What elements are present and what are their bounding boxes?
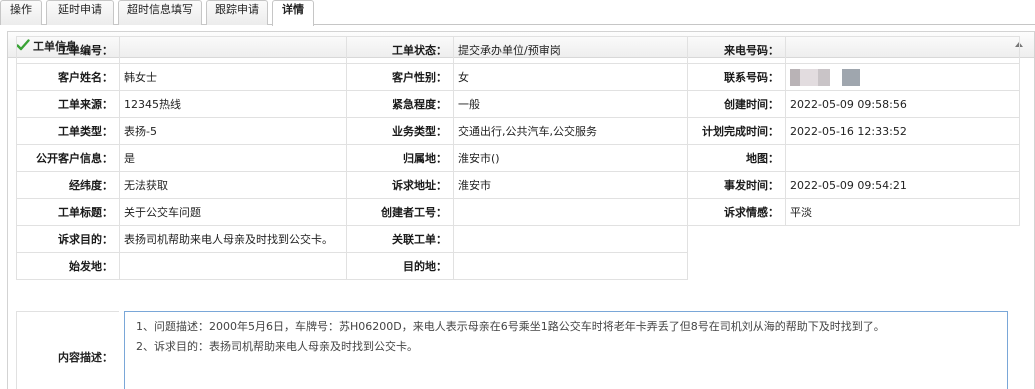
created-time-label: 创建时间： [687, 90, 786, 118]
table-row: 经纬度： 无法获取 诉求地址： 淮安市 事发时间： 2022-05-09 09:… [16, 171, 1020, 199]
table-row: 客户姓名： 韩女士 客户性别： 女 联系号码： [16, 63, 1020, 91]
related-order-value [453, 225, 688, 253]
creator-id-value [453, 198, 688, 226]
order-status-label: 工单状态： [346, 36, 454, 64]
destination-value [453, 252, 688, 280]
content-description-label: 内容描述： [16, 311, 119, 389]
tab-delay-request[interactable]: 延时申请 [46, 0, 114, 25]
content-line: 1、问题描述：2000年5月6日，车牌号：苏H06200D，来电人表示母亲在6号… [136, 320, 885, 333]
appeal-sentiment-label: 诉求情感： [687, 198, 786, 226]
related-order-label: 关联工单： [346, 225, 454, 253]
empty-cell [688, 226, 1020, 253]
map-label: 地图： [687, 144, 786, 172]
customer-name-value: 韩女士 [119, 63, 347, 91]
table-row: 始发地： 目的地： [16, 252, 1020, 280]
tab-bar: 操作 延时申请 超时信息填写 跟踪申请 详情 [0, 0, 1035, 26]
customer-gender-value: 女 [453, 63, 688, 91]
table-row: 工单编号： 工单状态： 提交承办单位/预审岗 来电号码： [16, 36, 1020, 64]
caller-number-value [785, 36, 1020, 64]
order-status-value: 提交承办单位/预审岗 [453, 36, 688, 64]
table-row: 工单类型： 表扬-5 业务类型： 交通出行,公共汽车,公交服务 计划完成时间： … [16, 117, 1020, 145]
appeal-address-value: 淮安市 [453, 171, 688, 199]
urgency-label: 紧急程度： [346, 90, 454, 118]
incident-time-label: 事发时间： [687, 171, 786, 199]
order-type-label: 工单类型： [16, 117, 120, 145]
coordinates-label: 经纬度： [16, 171, 120, 199]
content-description-field[interactable]: 1、问题描述：2000年5月6日，车牌号：苏H06200D，来电人表示母亲在6号… [124, 311, 1008, 389]
region-value: 淮安市() [453, 144, 688, 172]
table-row: 诉求目的： 表扬司机帮助来电人母亲及时找到公交卡。 关联工单： [16, 225, 1020, 253]
appeal-sentiment-value: 平淡 [785, 198, 1020, 226]
work-order-table: 工单编号： 工单状态： 提交承办单位/预审岗 来电号码： 客户姓名： 韩女士 客… [16, 36, 1020, 280]
contact-number-label: 联系号码： [687, 63, 786, 91]
public-customer-info-value: 是 [119, 144, 347, 172]
contact-number-value [785, 63, 1020, 91]
order-number-label: 工单编号： [16, 36, 120, 64]
urgency-value: 一般 [453, 90, 688, 118]
planned-completion-label: 计划完成时间： [687, 117, 786, 145]
business-type-label: 业务类型： [346, 117, 454, 145]
tab-tracking-request[interactable]: 跟踪申请 [206, 0, 268, 25]
tab-details[interactable]: 详情 [272, 0, 314, 26]
caller-number-label: 来电号码： [687, 36, 786, 64]
appeal-purpose-label: 诉求目的： [16, 225, 120, 253]
order-number-value [119, 36, 347, 64]
origin-value [119, 252, 347, 280]
order-title-value: 关于公交车问题 [119, 198, 347, 226]
customer-gender-label: 客户性别： [346, 63, 454, 91]
empty-cell [688, 253, 1020, 280]
redacted-phone [790, 68, 860, 86]
origin-label: 始发地： [16, 252, 120, 280]
customer-name-label: 客户姓名： [16, 63, 120, 91]
coordinates-value: 无法获取 [119, 171, 347, 199]
business-type-value: 交通出行,公共汽车,公交服务 [453, 117, 688, 145]
destination-label: 目的地： [346, 252, 454, 280]
table-row: 公开客户信息： 是 归属地： 淮安市() 地图： [16, 144, 1020, 172]
tab-timeout-info[interactable]: 超时信息填写 [118, 0, 202, 25]
order-source-label: 工单来源： [16, 90, 120, 118]
incident-time-value: 2022-05-09 09:54:21 [785, 171, 1020, 199]
creator-id-label: 创建者工号： [346, 198, 454, 226]
region-label: 归属地： [346, 144, 454, 172]
tab-operation[interactable]: 操作 [0, 0, 42, 25]
order-source-value: 12345热线 [119, 90, 347, 118]
content-line: 2、诉求目的：表扬司机帮助来电人母亲及时找到公交卡。 [136, 340, 418, 353]
order-type-value: 表扬-5 [119, 117, 347, 145]
created-time-value: 2022-05-09 09:58:56 [785, 90, 1020, 118]
appeal-address-label: 诉求地址： [346, 171, 454, 199]
public-customer-info-label: 公开客户信息： [16, 144, 120, 172]
table-row: 工单标题： 关于公交车问题 创建者工号： 诉求情感： 平淡 [16, 198, 1020, 226]
appeal-purpose-value: 表扬司机帮助来电人母亲及时找到公交卡。 [119, 225, 347, 253]
planned-completion-value: 2022-05-16 12:33:52 [785, 117, 1020, 145]
table-row: 工单来源： 12345热线 紧急程度： 一般 创建时间： 2022-05-09 … [16, 90, 1020, 118]
order-title-label: 工单标题： [16, 198, 120, 226]
map-value[interactable] [785, 144, 1020, 172]
